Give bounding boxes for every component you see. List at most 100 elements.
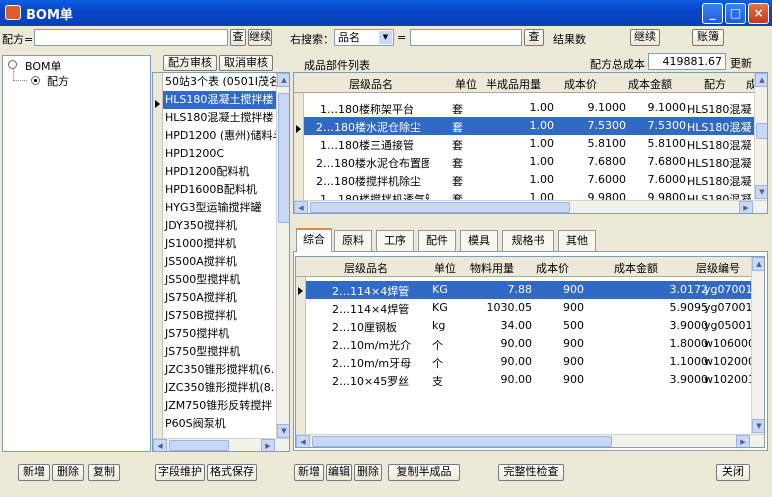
tab-process[interactable]: 工序 bbox=[376, 230, 414, 251]
table-row[interactable]: 1…180楼称架平台套 1.00 9.1000 9.1000 HLS180混凝 bbox=[304, 99, 754, 117]
tab-other[interactable]: 其他 bbox=[558, 230, 596, 251]
recipe-list-item[interactable]: HPD1200C bbox=[163, 145, 277, 163]
parts-vscroll[interactable]: ▲ ▼ bbox=[754, 73, 767, 200]
recipe-list-item[interactable]: JZC350锥形搅拌机(8. bbox=[163, 379, 277, 397]
recipe-list-item[interactable]: HLS180混凝土搅拌楼 bbox=[163, 91, 277, 109]
recipe-list-item[interactable]: HPD1200配料机 bbox=[163, 163, 277, 181]
copy-button[interactable]: 复制 bbox=[88, 464, 120, 481]
recipe-query-button[interactable]: 查 bbox=[230, 29, 246, 46]
radio-selected-icon[interactable] bbox=[31, 76, 40, 85]
scroll-left-icon[interactable]: ◀ bbox=[296, 435, 310, 447]
scroll-up-icon[interactable]: ▲ bbox=[277, 73, 289, 87]
col-header[interactable]: 成本金额 bbox=[614, 260, 658, 276]
scroll-thumb[interactable] bbox=[278, 93, 289, 223]
tab-spec[interactable]: 规格书 bbox=[502, 230, 554, 251]
recipe-list-hscroll[interactable]: ◀ ▶ bbox=[153, 438, 289, 451]
search-query-button[interactable]: 查 bbox=[524, 29, 544, 46]
table-row[interactable]: 2…180楼搅拌机除尘套 1.00 7.6000 7.6000 HLS180混凝 bbox=[304, 171, 754, 189]
tab-molds[interactable]: 模具 bbox=[460, 230, 498, 251]
tab-materials[interactable]: 原料 bbox=[334, 230, 372, 251]
integrity-check-button[interactable]: 完整性检查 bbox=[498, 464, 564, 481]
col-header[interactable]: 层级品名 bbox=[349, 76, 393, 92]
delete-part-button[interactable]: 删除 bbox=[354, 464, 382, 481]
scroll-right-icon[interactable]: ▶ bbox=[261, 439, 275, 451]
col-header[interactable]: 成本价 bbox=[564, 76, 597, 92]
recipe-list-item[interactable]: JS500型搅拌机 bbox=[163, 271, 277, 289]
recipe-list-item[interactable]: HPD1200 (惠州)储料斗 bbox=[163, 127, 277, 145]
recipe-list-item[interactable]: P60S阀泵机 bbox=[163, 415, 277, 433]
table-row[interactable]: 1…180楼三通接管套 1.00 5.8100 5.8100 HLS180混凝 bbox=[304, 135, 754, 153]
radio-icon[interactable] bbox=[8, 60, 17, 69]
table-row[interactable]: 2…114×4焊管 KG 7.88 900 3.0172yg070018 bbox=[306, 281, 752, 299]
recipe-list-item[interactable]: HLS180混凝土搅拌楼 bbox=[163, 109, 277, 127]
recipe-list-item[interactable]: HYG3型运输搅拌罐 bbox=[163, 199, 277, 217]
col-header[interactable]: 配方 bbox=[704, 76, 726, 92]
table-row[interactable]: 2…180楼水泥仓布置图套 1.00 7.6800 7.6800 HLS180混凝 bbox=[304, 153, 754, 171]
recipe-approve-button[interactable]: 配方审核 bbox=[163, 55, 217, 71]
format-save-button[interactable]: 格式保存 bbox=[207, 464, 257, 481]
tab-parts[interactable]: 配件 bbox=[418, 230, 456, 251]
materials-vscroll[interactable]: ▲ ▼ bbox=[751, 257, 764, 434]
search-continue-button[interactable]: 继续 bbox=[630, 29, 660, 46]
recipe-list-item[interactable]: JS750型搅拌机 bbox=[163, 343, 277, 361]
close-window-button[interactable]: × bbox=[748, 3, 769, 24]
hscroll-thumb[interactable] bbox=[312, 436, 612, 447]
tree-child[interactable]: 配方 bbox=[47, 73, 69, 89]
add-button[interactable]: 新增 bbox=[18, 464, 50, 481]
search-input[interactable] bbox=[410, 29, 522, 46]
recipe-continue-button[interactable]: 继续 bbox=[248, 29, 272, 46]
recipe-list-item[interactable]: JZC350锥形搅拌机(6. bbox=[163, 361, 277, 379]
table-row[interactable]: 2…10×45罗丝 支 90.00 900 3.9000w1020013 bbox=[306, 371, 752, 389]
tree-root[interactable]: BOM单 bbox=[25, 58, 62, 74]
recipe-input[interactable] bbox=[34, 29, 228, 46]
table-row[interactable]: 2…10m/m牙母 个 90.00 900 1.1000w1020002 bbox=[306, 353, 752, 371]
refresh-link[interactable]: 更新 bbox=[730, 55, 752, 71]
recipe-list-item[interactable]: JS750A搅拌机 bbox=[163, 289, 277, 307]
maximize-button[interactable]: □ bbox=[725, 3, 746, 24]
scroll-left-icon[interactable]: ◀ bbox=[153, 439, 167, 451]
recipe-list-item[interactable]: 50站3个表 (0501I茂名 bbox=[163, 73, 277, 91]
recipe-list-item[interactable]: JS750B搅拌机 bbox=[163, 307, 277, 325]
table-row[interactable]: 2…180楼水泥仓除尘套 1.00 7.5300 7.5300 HLS180混凝 bbox=[304, 117, 754, 135]
search-field-select[interactable]: 品名 ▼ bbox=[334, 29, 394, 46]
recipe-list-item[interactable]: JS500A搅拌机 bbox=[163, 253, 277, 271]
scroll-up-icon[interactable]: ▲ bbox=[752, 257, 764, 271]
chevron-down-icon[interactable]: ▼ bbox=[379, 31, 392, 44]
edit-button[interactable]: 编辑 bbox=[326, 464, 352, 481]
col-header[interactable]: 成本金额 bbox=[628, 76, 672, 92]
close-button[interactable]: 关闭 bbox=[716, 464, 750, 481]
recipe-list-item[interactable]: HPD1600B配料机 bbox=[163, 181, 277, 199]
col-header[interactable]: 层级编号 bbox=[696, 260, 740, 276]
field-maintenance-button[interactable]: 字段维护 bbox=[155, 464, 205, 481]
table-row[interactable]: 2…10厘钢板 kg 34.00 500 3.9000yg050015 bbox=[306, 317, 752, 335]
parts-hscroll[interactable]: ◀ ▶ bbox=[294, 200, 767, 213]
recipe-list-item[interactable]: JZM750锥形反转搅拌 bbox=[163, 397, 277, 415]
materials-hscroll[interactable]: ◀ ▶ bbox=[296, 434, 764, 447]
ledger-button[interactable]: 账簿 bbox=[692, 29, 724, 46]
col-header[interactable]: 成本价 bbox=[536, 260, 569, 276]
add-part-button[interactable]: 新增 bbox=[294, 464, 324, 481]
scroll-down-icon[interactable]: ▼ bbox=[752, 419, 764, 433]
minimize-button[interactable]: _ bbox=[702, 3, 723, 24]
scroll-up-icon[interactable]: ▲ bbox=[755, 73, 767, 87]
col-header[interactable]: 单位 bbox=[455, 76, 477, 92]
scroll-right-icon[interactable]: ▶ bbox=[739, 201, 753, 213]
scroll-down-icon[interactable]: ▼ bbox=[755, 185, 767, 199]
recipe-list-vscroll[interactable]: ▲ ▼ bbox=[276, 73, 289, 439]
cancel-approve-button[interactable]: 取消审核 bbox=[219, 55, 273, 71]
delete-button[interactable]: 删除 bbox=[52, 464, 84, 481]
hscroll-thumb[interactable] bbox=[169, 440, 229, 451]
table-row[interactable]: 2…114×4焊管 KG 1030.05 900 5.9095yg070018 bbox=[306, 299, 752, 317]
copy-semifinished-button[interactable]: 复制半成品 bbox=[388, 464, 460, 481]
recipe-list-item[interactable]: JDY350搅拌机 bbox=[163, 217, 277, 235]
recipe-list-item[interactable]: JS1000搅拌机 bbox=[163, 235, 277, 253]
table-row[interactable]: 2…10m/m光介 个 90.00 900 1.8000w1060003 bbox=[306, 335, 752, 353]
hscroll-thumb[interactable] bbox=[310, 202, 570, 213]
scroll-left-icon[interactable]: ◀ bbox=[294, 201, 308, 213]
tab-general[interactable]: 综合 bbox=[296, 228, 332, 252]
col-header[interactable]: 半成品用量 bbox=[486, 76, 541, 92]
scroll-down-icon[interactable]: ▼ bbox=[277, 424, 289, 438]
scroll-thumb[interactable] bbox=[756, 123, 767, 139]
recipe-list-item[interactable]: JS750搅拌机 bbox=[163, 325, 277, 343]
scroll-right-icon[interactable]: ▶ bbox=[736, 435, 750, 447]
